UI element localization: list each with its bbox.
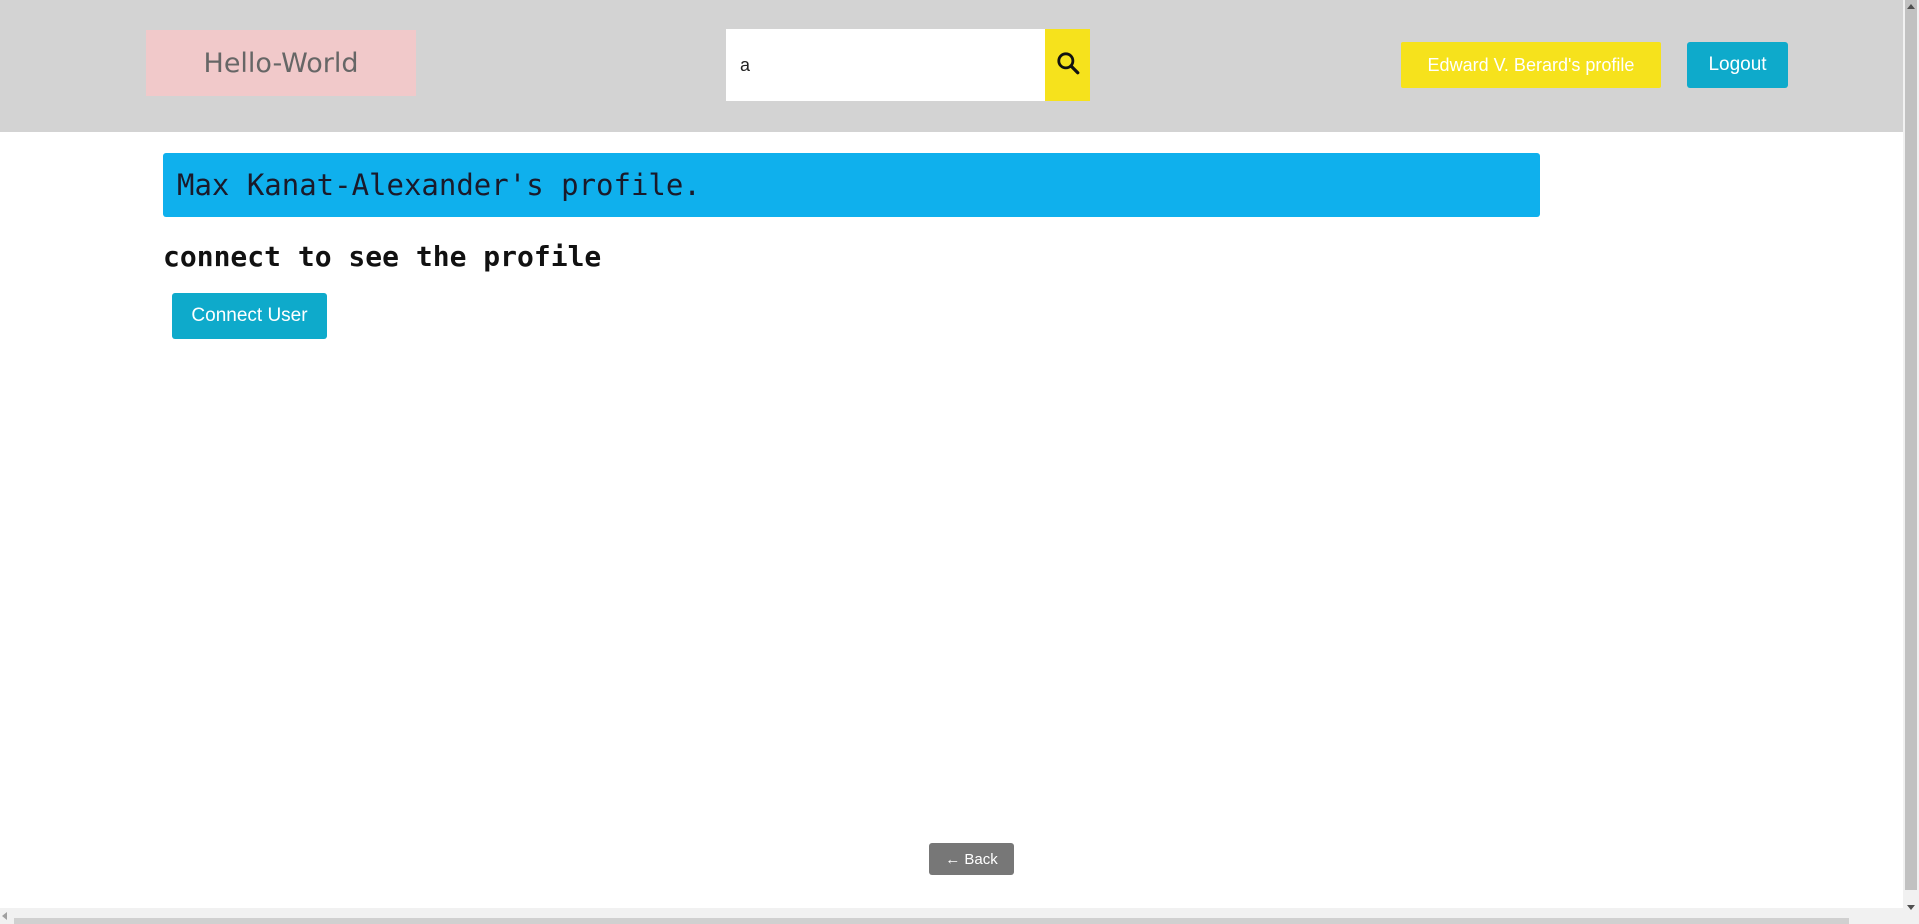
search-button[interactable] bbox=[1045, 29, 1090, 101]
top-header: Hello-World Edward V. Berard's profile L… bbox=[0, 0, 1903, 132]
search-bar bbox=[726, 29, 1090, 101]
connect-message: connect to see the profile bbox=[163, 240, 602, 273]
logout-button[interactable]: Logout bbox=[1687, 42, 1788, 88]
brand-logo-link[interactable]: Hello-World bbox=[146, 30, 416, 96]
scroll-down-arrow-icon[interactable] bbox=[1907, 905, 1915, 910]
scroll-up-arrow-icon[interactable] bbox=[1907, 4, 1915, 9]
scroll-left-arrow-icon[interactable] bbox=[2, 912, 7, 920]
profile-title: Max Kanat-Alexander's profile. bbox=[177, 168, 701, 202]
connect-user-button[interactable]: Connect User bbox=[172, 293, 327, 339]
profile-title-banner: Max Kanat-Alexander's profile. bbox=[163, 153, 1540, 217]
vertical-scrollbar-thumb[interactable] bbox=[1905, 0, 1917, 890]
page: Hello-World Edward V. Berard's profile L… bbox=[0, 0, 1903, 908]
horizontal-scrollbar-thumb[interactable] bbox=[14, 918, 1849, 924]
search-input[interactable] bbox=[726, 29, 1045, 101]
my-profile-button[interactable]: Edward V. Berard's profile bbox=[1401, 42, 1661, 88]
back-button[interactable]: ← Back bbox=[929, 843, 1014, 875]
search-icon bbox=[1055, 50, 1081, 81]
